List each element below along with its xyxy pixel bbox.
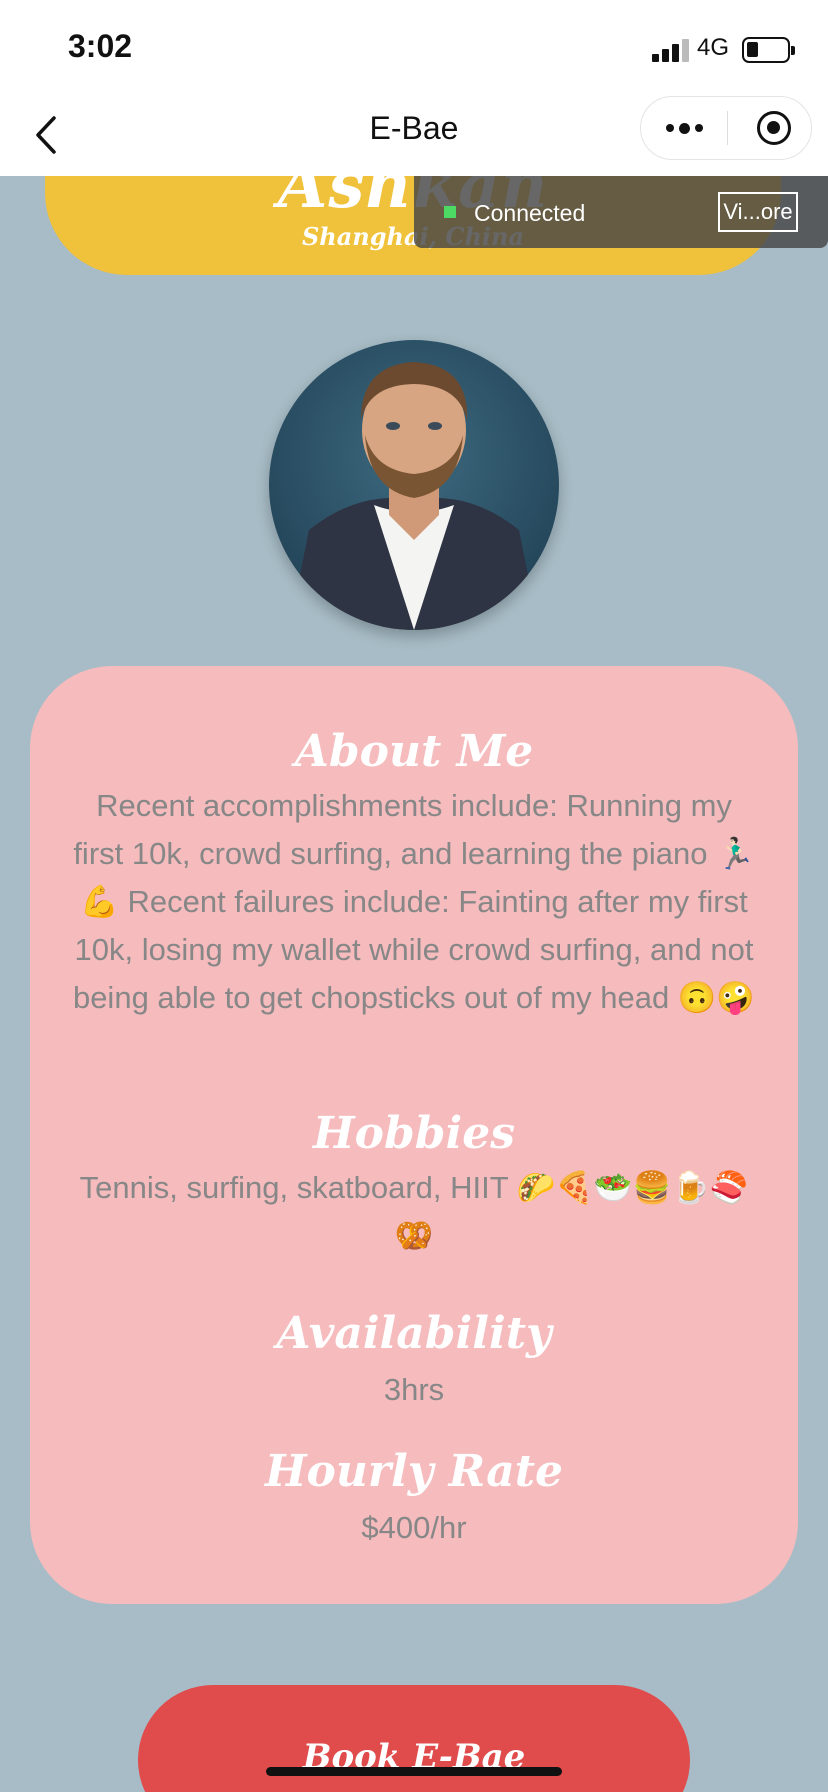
nav-bar: E-Bae [0,96,828,176]
rate-value: $400/hr [361,1510,467,1545]
status-time: 3:02 [68,28,133,64]
network-label: 4G [697,34,730,61]
signal-icon [652,38,690,62]
home-indicator [266,1767,562,1776]
battery-icon [742,37,795,63]
rate-title: Hourly Rate [264,1446,564,1497]
close-mini-program-icon[interactable] [757,111,791,145]
info-card: About Me Recent accomplishments include:… [30,666,798,1604]
battery-fill [747,42,758,57]
availability-value: 3hrs [383,1372,445,1407]
more-icon[interactable] [641,97,727,159]
connection-toast: Connected Vi...ore [414,176,828,248]
view-more-button[interactable]: Vi...ore [718,192,798,232]
mini-program-capsule [640,96,812,160]
status-bar: 3:02 4G [0,0,828,96]
hobbies-text: Tennis, surfing, skatboard, HIIT 🌮🍕🥗🍔🍺🍣🥨 [79,1170,749,1253]
about-title: About Me [294,726,534,777]
connection-status-text: Connected [474,200,586,226]
availability-title: Availability [276,1308,552,1359]
profile-photo [269,340,559,630]
hobbies-title: Hobbies [313,1108,515,1159]
connection-status-dot [444,206,456,218]
about-text: Recent accomplishments include: Running … [72,788,756,1015]
